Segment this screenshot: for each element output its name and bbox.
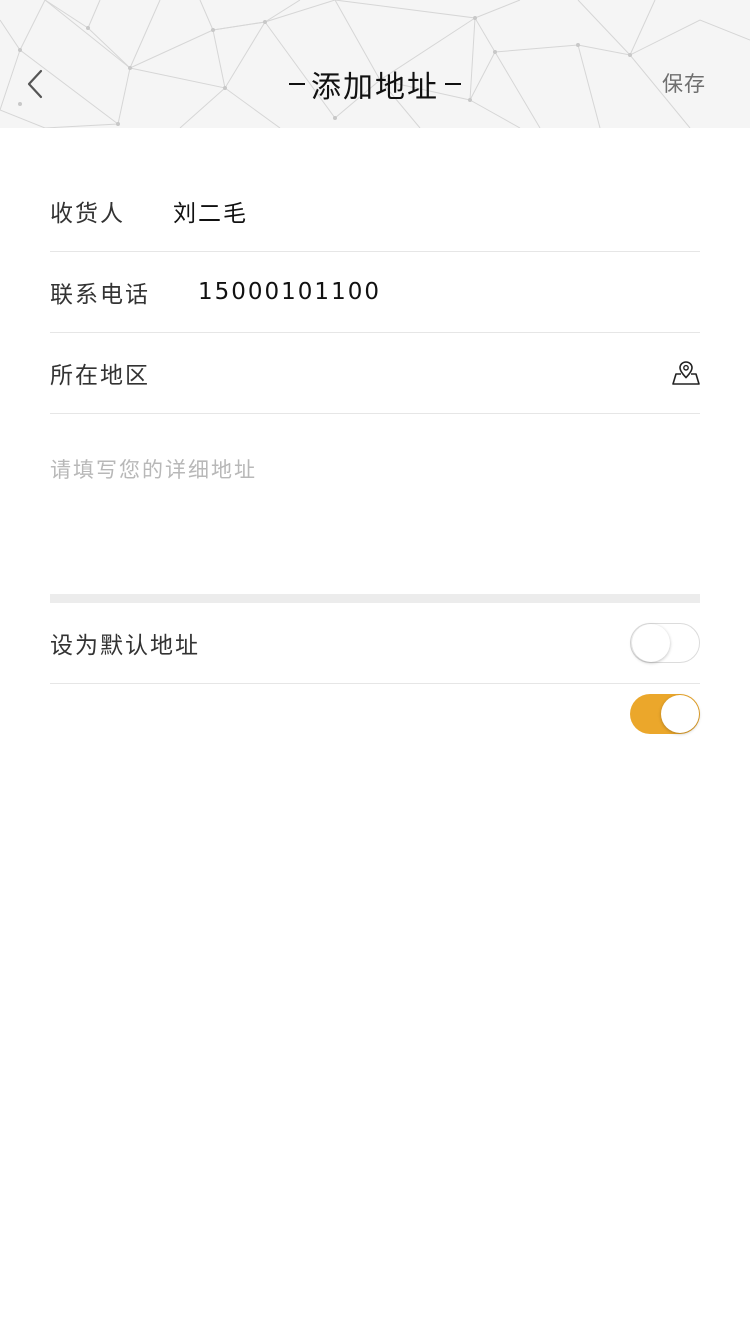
save-button[interactable]: 保存 [662,68,706,100]
recipient-label: 收货人 [50,200,125,227]
default-address-toggle[interactable] [630,623,700,663]
toggle-knob [632,624,670,662]
detail-address-input[interactable] [50,454,700,574]
page-title-text: 添加地址 [311,70,439,105]
recipient-row[interactable]: 收货人 刘二毛 [50,170,700,252]
address-form: 收货人 刘二毛 联系电话 15000101100 所在地区 设为默认地址 [50,170,700,734]
phone-label: 联系电话 [50,282,150,308]
recipient-input[interactable]: 刘二毛 [173,194,248,228]
title-dash-right [445,83,461,85]
default-address-label: 设为默认地址 [50,633,200,659]
header: 添加地址 保存 [0,0,750,128]
add-address-screen: 添加地址 保存 收货人 刘二毛 联系电话 15000101100 所在地区 请填… [0,0,750,1334]
toggle-knob [661,695,699,733]
detail-address-area [50,414,700,594]
region-label: 所在地区 [50,363,150,389]
section-divider [50,594,700,603]
region-row[interactable]: 所在地区 [50,333,700,414]
page-title: 添加地址 [0,62,750,106]
phone-input[interactable]: 15000101100 [198,279,381,305]
secondary-toggle[interactable] [630,694,700,734]
title-dash-left [289,83,305,85]
phone-row[interactable]: 联系电话 15000101100 [50,252,700,333]
map-pin-icon[interactable] [672,359,700,387]
default-address-row: 设为默认地址 [50,603,700,684]
